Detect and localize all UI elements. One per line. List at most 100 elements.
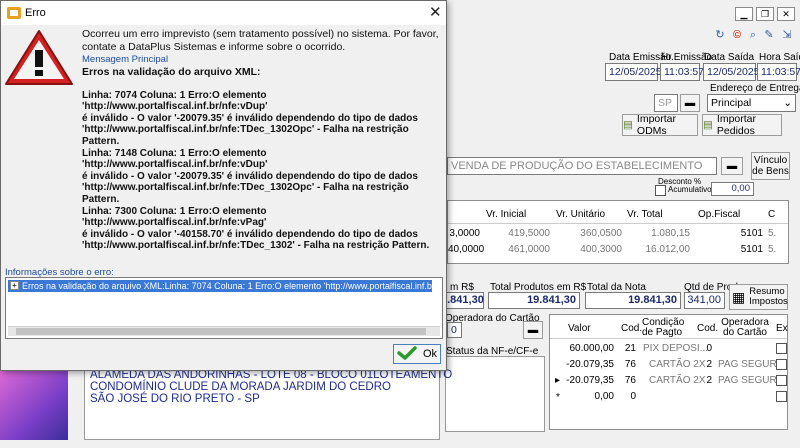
vinculo-bens-label: Vínculo de Bens [752,155,789,177]
cell-c[interactable]: 5. [768,244,776,255]
import-icon: ▤ [623,119,633,131]
total-produtos-value: 19.841,30 [488,292,580,309]
hora-saida-field[interactable]: 11:03:57 [757,63,800,81]
cell-operadora[interactable]: PAG SEGUR... [718,375,785,386]
lookup-button[interactable]: ▬ [680,94,700,112]
calculator-icon: ▦ [732,289,746,305]
dialog-title: Erro [25,7,46,19]
ex-checkbox[interactable] [776,375,787,386]
operadora-lookup-button[interactable]: ▬ [523,321,543,339]
vinculo-bens-button[interactable]: Vínculo de Bens [751,152,790,180]
header-c: C [768,209,776,220]
header-vr-inicial: Vr. Inicial [486,209,527,220]
header-vr-total: Vr. Total [627,209,663,220]
card-icon: ▬ [726,160,738,172]
hr-emissao-field[interactable]: 11:03:57 [660,63,704,81]
chevron-down-icon: ⌄ [783,97,792,109]
resumo-impostos-button[interactable]: ▦ Resumo Impostos [729,284,788,310]
cell-vr-unitario[interactable]: 360,0500 [576,228,622,239]
header-op-fiscal: Op.Fiscal [698,209,741,220]
cell-cod2[interactable]: 2 [696,375,712,386]
ok-label: Ok [422,348,438,360]
ex-checkbox[interactable] [776,343,787,354]
cell-vr-total[interactable]: 1.080,15 [644,228,690,239]
header-valor: Valor [568,323,591,334]
resumo-impostos-label: Resumo Impostos [749,286,788,307]
status-nfe-box [445,356,545,432]
total-nota-value: 19.841,30 [585,292,681,309]
dialog-titlebar: Erro ✕ [1,1,446,25]
cell-cod2[interactable]: 2 [696,359,712,370]
acumulativo-label: Acumulativo [668,185,712,194]
payments-grid: Valor Cod. Condição de Pagto Cod. Operad… [549,314,788,430]
natureza-operacao-field[interactable]: VENDA DE PRODUÇÃO DO ESTABELECIMENTO [447,157,717,175]
desconto-field[interactable]: 0,00 [711,182,754,196]
cell-op-fiscal[interactable]: 5101 [723,244,763,255]
close-window-button[interactable]: ✕ [777,7,795,21]
ok-button[interactable]: Ok [393,344,441,364]
edit-icon[interactable]: ✎ [762,28,776,42]
cell-valor[interactable]: 60.000,00 [560,343,615,354]
uf-field[interactable]: SP [654,94,678,112]
cell-valor[interactable]: 0,00 [560,391,614,402]
ex-checkbox[interactable] [776,391,787,402]
hora-saida-label: Hora Saída [759,52,800,63]
cell-cod[interactable]: 21 [616,343,636,354]
cell-op-fiscal[interactable]: 5101 [723,228,763,239]
endereco-entrega-label: Endereço de Entrega [710,83,800,94]
cell-vr-inicial[interactable]: 461,0000 [506,244,550,255]
cell-cod2[interactable]: 0 [696,343,712,354]
cell-vr-total[interactable]: 16.012,00 [644,244,691,255]
cell-cod[interactable]: 0 [616,391,636,402]
error-dialog: Erro ✕ Ocorreu um erro imprevisto (sem t… [0,0,447,371]
detail-body: Linha: 7074 Coluna: 1 Erro:O elemento 'h… [82,89,430,252]
endereco-entrega-value: Principal [711,97,752,109]
refresh-icon[interactable]: ↻ [713,28,727,42]
qtd-prod-value: 341,00 [684,292,725,309]
endereco-entrega-select[interactable]: Principal ⌄ [707,94,796,112]
horizontal-scrollbar[interactable] [8,326,440,336]
info-tree-row[interactable]: Erros na validação do arquivo XML:Linha:… [8,280,432,292]
scrollbar-thumb[interactable] [16,328,426,335]
check-icon [397,345,417,363]
copy-icon[interactable]: © [730,28,744,42]
cell-c[interactable]: 5. [768,228,776,239]
acumulativo-checkbox[interactable] [655,185,666,196]
header-operadora: Operadora do Cartão [721,317,769,338]
data-saida-field[interactable]: 12/05/2025 [703,63,760,81]
card-icon: ▬ [684,97,696,109]
search-icon[interactable]: ⌕ [746,28,760,42]
cell-valor[interactable]: -20.079,35 [560,359,614,370]
error-warning-icon [3,28,75,88]
ex-checkbox[interactable] [776,359,787,370]
card-icon: ▬ [527,324,539,336]
expand-icon[interactable]: + [10,281,19,290]
header-ex: Ex [776,323,788,334]
address-line-2: CONDOMÍNIO CLUDE DA MORADA JARDIM DO CED… [90,381,391,393]
header-cod2: Cod. [697,323,719,334]
cell-cod[interactable]: 76 [616,359,636,370]
error-message: Ocorreu um erro imprevisto (sem tratamen… [82,28,439,53]
address-line-3: SÃO JOSÉ DO RIO PRETO - SP [90,393,260,405]
cell-vr-inicial[interactable]: 419,5000 [506,228,550,239]
items-grid: Vr. Inicial Vr. Unitário Vr. Total Op.Fi… [447,200,789,264]
natureza-lookup-button[interactable]: ▬ [721,157,743,175]
importar-pedidos-button[interactable]: ▤ Importar Pedidos [702,113,782,137]
operadora-field[interactable]: 0 [447,322,462,338]
cell-valor[interactable]: -20.079,35 [560,375,614,386]
close-icon[interactable]: ✕ [429,3,442,21]
cell-qtd[interactable]: 40,0000 [448,244,484,255]
error-info-tree[interactable]: + Erros na validação do arquivo XML:Linh… [5,277,443,339]
cell-qtd[interactable]: 3,0000 [448,228,480,239]
importar-odms-label: Importar ODMs [636,113,677,137]
data-emissao-field[interactable]: 12/05/2025 [605,63,662,81]
minimize-button[interactable]: ▁ [735,7,753,21]
importar-odms-button[interactable]: ▤ Importar ODMs [622,113,698,137]
cell-operadora[interactable]: PAG SEGUR... [718,359,785,370]
cell-cod[interactable]: 76 [616,375,636,386]
export-icon[interactable]: ⇲ [780,28,794,42]
cell-vr-unitario[interactable]: 400,3000 [576,244,622,255]
header-cod: Cod. [621,323,643,334]
maximize-button[interactable]: ❐ [756,7,774,21]
import-icon: ▤ [703,119,713,131]
